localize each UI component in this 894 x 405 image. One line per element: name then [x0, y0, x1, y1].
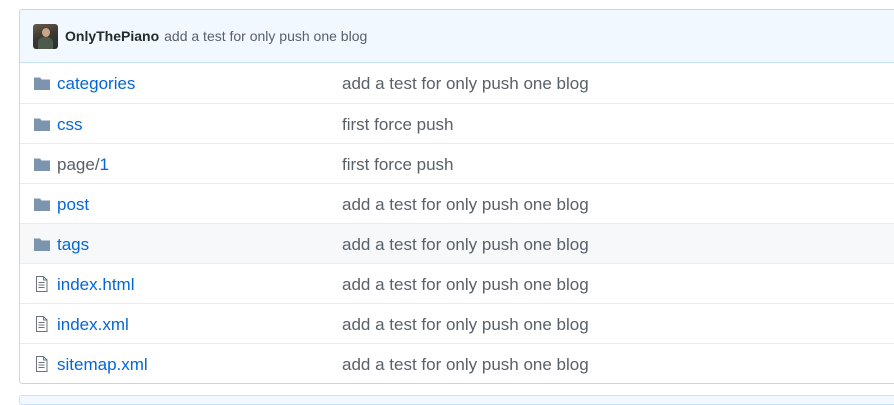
file-name-link[interactable]: page/1: [57, 155, 109, 175]
commit-message-link[interactable]: add a test for only push one blog: [342, 275, 589, 295]
commit-message-link[interactable]: add a test for only push one blog: [342, 74, 589, 94]
latest-commit-bar: OnlyThePiano add a test for only push on…: [20, 10, 894, 63]
file-icon: [36, 356, 48, 372]
folder-icon: [34, 118, 50, 131]
file-list: categories add a test for only push one …: [20, 63, 894, 383]
author-avatar[interactable]: [33, 23, 58, 49]
commit-message-link[interactable]: add a test for only push one blog: [342, 235, 589, 255]
file-name-text: sitemap.xml: [57, 355, 148, 374]
commit-message-link[interactable]: first force push: [342, 115, 454, 135]
file-name-text: css: [57, 115, 83, 134]
commit-message-link[interactable]: add a test for only push one blog: [342, 195, 589, 215]
file-row-tags: tags add a test for only push one blog: [20, 223, 894, 263]
file-icon: [36, 276, 48, 292]
file-icon: [36, 316, 48, 332]
file-name-text: index.html: [57, 275, 135, 294]
file-row-index-html: index.html add a test for only push one …: [20, 263, 894, 303]
commit-message-link[interactable]: add a test for only push one blog: [342, 355, 589, 375]
file-name-link[interactable]: css: [57, 115, 83, 135]
file-row-sitemap-xml: sitemap.xml add a test for only push one…: [20, 343, 894, 383]
folder-icon: [34, 158, 50, 171]
dir-prefix: page/: [57, 155, 100, 174]
file-name-text: post: [57, 195, 90, 214]
file-name-link[interactable]: index.xml: [57, 315, 129, 335]
file-name-text: tags: [57, 235, 90, 254]
file-name-link[interactable]: post: [57, 195, 89, 215]
commit-author-link[interactable]: OnlyThePiano: [65, 28, 159, 44]
file-row-css: css first force push: [20, 103, 894, 143]
file-row-page: page/1 first force push: [20, 143, 894, 183]
avatar-head: [42, 27, 50, 37]
file-name-link[interactable]: categories: [57, 74, 135, 94]
file-row-categories: categories add a test for only push one …: [20, 63, 894, 103]
file-row-post: post add a test for only push one blog: [20, 183, 894, 223]
file-name-link[interactable]: tags: [57, 235, 89, 255]
readme-box-edge: [19, 395, 894, 405]
file-name-link[interactable]: index.html: [57, 275, 134, 295]
file-name-link[interactable]: sitemap.xml: [57, 355, 148, 375]
commit-message-link[interactable]: add a test for only push one blog: [164, 28, 367, 44]
file-name-text: index.xml: [57, 315, 129, 334]
folder-icon: [34, 198, 50, 211]
avatar-body: [38, 36, 53, 49]
folder-icon: [34, 238, 50, 251]
file-name-text: categories: [57, 74, 136, 93]
commit-message-link[interactable]: first force push: [342, 155, 454, 175]
file-browser: OnlyThePiano add a test for only push on…: [19, 9, 894, 384]
commit-message-link[interactable]: add a test for only push one blog: [342, 315, 589, 335]
folder-icon: [34, 77, 50, 90]
file-row-index-xml: index.xml add a test for only push one b…: [20, 303, 894, 343]
file-name-text: 1: [99, 155, 110, 174]
